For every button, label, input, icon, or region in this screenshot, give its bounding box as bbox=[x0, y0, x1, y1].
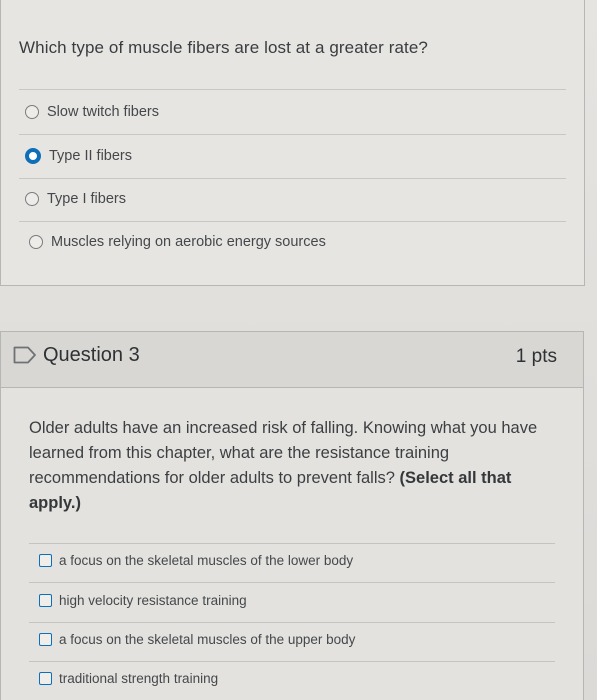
answer-option-aerobic[interactable]: Muscles relying on aerobic energy source… bbox=[29, 230, 326, 254]
answer-option-type-i[interactable]: Type I fibers bbox=[25, 187, 126, 211]
question-card-3: Question 3 1 pts Older adults have an in… bbox=[0, 331, 584, 700]
radio-button[interactable] bbox=[29, 235, 43, 249]
answer-option-traditional[interactable]: traditional strength training bbox=[39, 667, 218, 689]
answer-label: traditional strength training bbox=[59, 670, 219, 686]
question-text: Which type of muscle fibers are lost at … bbox=[19, 38, 428, 57]
answer-label: a focus on the skeletal muscles of the u… bbox=[59, 631, 356, 647]
answer-option-slow-twitch[interactable]: Slow twitch fibers bbox=[25, 100, 159, 124]
divider bbox=[29, 582, 555, 583]
checkbox[interactable] bbox=[39, 553, 52, 567]
answer-option-high-velocity[interactable]: high velocity resistance training bbox=[39, 589, 247, 611]
answer-label: high velocity resistance training bbox=[59, 592, 247, 608]
checkbox[interactable] bbox=[39, 671, 52, 685]
question-title: Question 3 bbox=[43, 344, 140, 366]
question-text: Older adults have an increased risk of f… bbox=[29, 416, 559, 516]
question-points: 1 pts bbox=[515, 346, 557, 367]
answer-option-upper-body[interactable]: a focus on the skeletal muscles of the u… bbox=[39, 628, 355, 650]
answer-label: a focus on the skeletal muscles of the l… bbox=[59, 552, 354, 568]
radio-button[interactable] bbox=[25, 105, 39, 119]
answer-label: Type II fibers bbox=[49, 148, 133, 164]
divider bbox=[29, 543, 555, 544]
answer-label: Type I fibers bbox=[47, 191, 126, 207]
divider bbox=[19, 89, 566, 90]
question-header: Question 3 1 pts bbox=[1, 332, 583, 388]
radio-button[interactable] bbox=[25, 192, 39, 206]
checkbox[interactable] bbox=[39, 632, 52, 646]
divider bbox=[19, 134, 566, 135]
divider bbox=[19, 221, 566, 222]
flag-outline-icon[interactable] bbox=[13, 346, 37, 364]
answer-option-type-ii[interactable]: Type II fibers bbox=[25, 144, 132, 168]
radio-button-selected[interactable] bbox=[25, 148, 41, 164]
divider bbox=[19, 178, 566, 179]
quiz-page: Which type of muscle fibers are lost at … bbox=[0, 0, 597, 700]
answer-label: Muscles relying on aerobic energy source… bbox=[51, 234, 326, 250]
checkbox[interactable] bbox=[39, 593, 52, 607]
answer-label: Slow twitch fibers bbox=[47, 104, 160, 120]
answer-option-lower-body[interactable]: a focus on the skeletal muscles of the l… bbox=[39, 549, 353, 571]
divider bbox=[29, 661, 555, 662]
divider bbox=[29, 622, 555, 623]
question-card-previous: Which type of muscle fibers are lost at … bbox=[0, 0, 585, 286]
